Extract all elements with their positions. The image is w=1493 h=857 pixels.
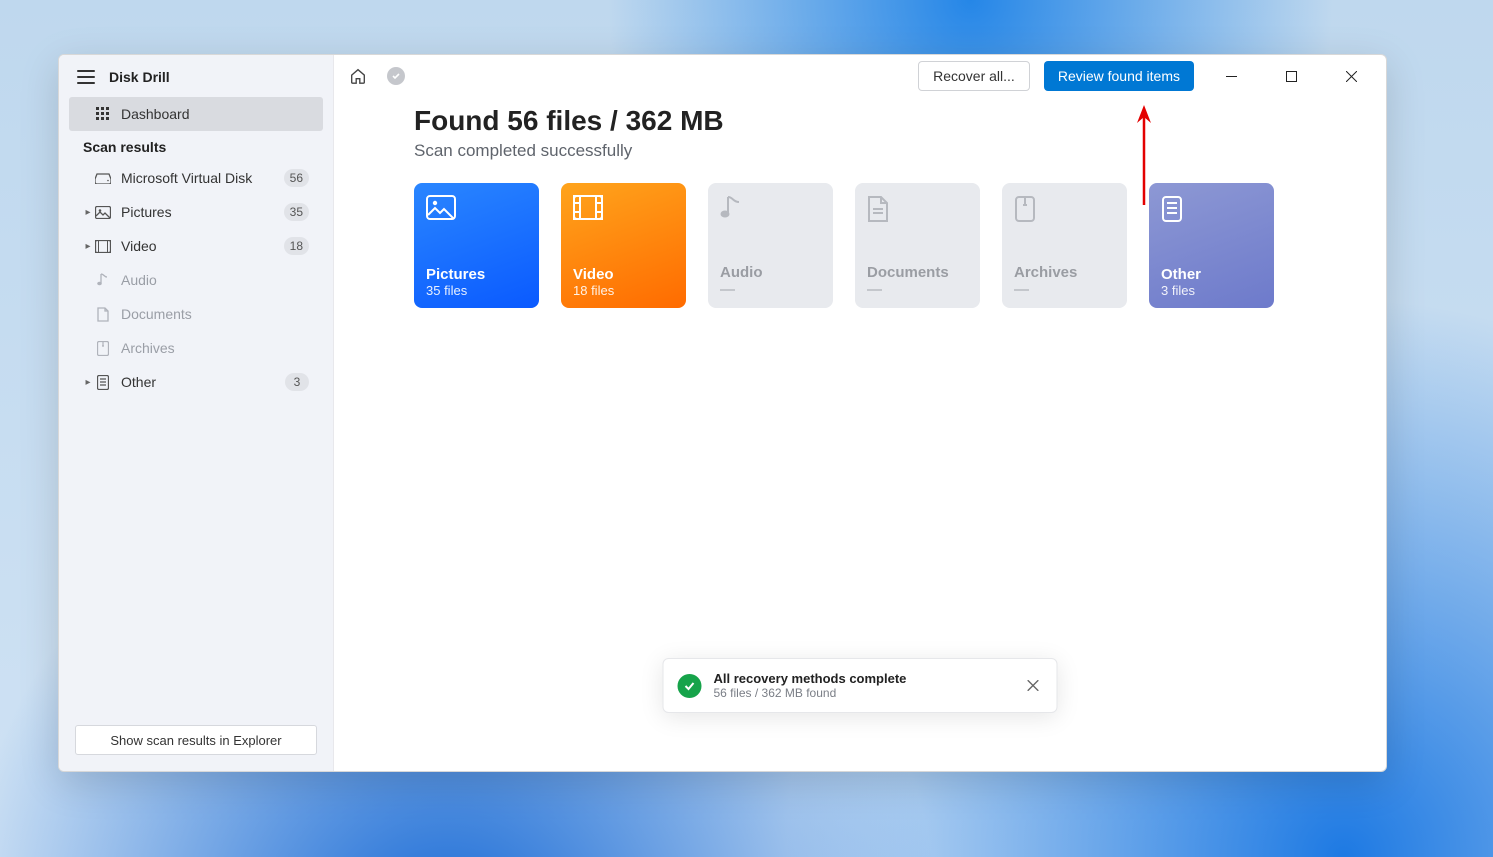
card-other[interactable]: Other 3 files: [1149, 183, 1274, 308]
sidebar-item-other[interactable]: ▸ Other 3: [69, 365, 323, 399]
sidebar-item-badge: 18: [284, 237, 309, 255]
card-video[interactable]: Video 18 files: [561, 183, 686, 308]
sidebar-item-documents[interactable]: Documents: [69, 297, 323, 331]
card-subtitle: —: [720, 281, 821, 298]
card-subtitle: 3 files: [1161, 283, 1262, 298]
toast-close-button[interactable]: [1023, 676, 1043, 696]
audio-icon: [93, 273, 113, 287]
review-found-items-button[interactable]: Review found items: [1044, 61, 1194, 91]
picture-icon: [93, 206, 113, 219]
app-title: Disk Drill: [109, 69, 170, 85]
other-icon: [93, 375, 113, 390]
card-title: Video: [573, 266, 674, 283]
show-in-explorer-button[interactable]: Show scan results in Explorer: [75, 725, 317, 755]
sidebar-section-label: Scan results: [59, 131, 333, 161]
video-icon: [573, 195, 601, 223]
document-icon: [867, 195, 895, 223]
card-title: Audio: [720, 264, 821, 281]
sidebar-item-dashboard[interactable]: Dashboard: [69, 97, 323, 131]
sidebar-item-label: Video: [121, 238, 284, 254]
status-check-icon: [384, 64, 408, 88]
card-subtitle: —: [867, 281, 968, 298]
archive-icon: [1014, 195, 1042, 223]
close-button[interactable]: [1328, 56, 1374, 96]
topbar: Recover all... Review found items: [334, 55, 1386, 97]
minimize-button[interactable]: [1208, 56, 1254, 96]
sidebar-item-label: Audio: [121, 272, 309, 288]
sidebar-item-label: Pictures: [121, 204, 284, 220]
maximize-button[interactable]: [1268, 56, 1314, 96]
check-icon: [678, 674, 702, 698]
sidebar-item-label: Other: [121, 374, 285, 390]
card-title: Pictures: [426, 266, 527, 283]
card-subtitle: 18 files: [573, 283, 674, 298]
sidebar-item-audio[interactable]: Audio: [69, 263, 323, 297]
chevron-right-icon: ▸: [83, 377, 93, 388]
audio-icon: [720, 195, 748, 223]
toast-title: All recovery methods complete: [714, 671, 1011, 686]
card-audio: Audio —: [708, 183, 833, 308]
chevron-right-icon: ▸: [83, 207, 93, 218]
dashboard-icon: [93, 107, 113, 121]
menu-icon[interactable]: [77, 70, 95, 84]
card-archives: Archives —: [1002, 183, 1127, 308]
app-window: Disk Drill Dashboard Scan results Micros…: [58, 54, 1387, 772]
sidebar-item-label: Documents: [121, 306, 309, 322]
main-panel: Recover all... Review found items Found …: [334, 55, 1386, 771]
video-icon: [93, 240, 113, 253]
sidebar-item-video[interactable]: ▸ Video 18: [69, 229, 323, 263]
sidebar-item-disk[interactable]: Microsoft Virtual Disk 56: [69, 161, 323, 195]
card-title: Other: [1161, 266, 1262, 283]
sidebar-item-pictures[interactable]: ▸ Pictures 35: [69, 195, 323, 229]
toast-notification: All recovery methods complete 56 files /…: [663, 658, 1058, 713]
document-icon: [93, 307, 113, 322]
other-icon: [1161, 195, 1189, 223]
card-subtitle: —: [1014, 281, 1115, 298]
home-icon[interactable]: [346, 64, 370, 88]
sidebar-item-label: Archives: [121, 340, 309, 356]
sidebar-item-label: Microsoft Virtual Disk: [121, 170, 284, 186]
sidebar: Disk Drill Dashboard Scan results Micros…: [59, 55, 334, 771]
recover-all-button[interactable]: Recover all...: [918, 61, 1030, 91]
card-title: Archives: [1014, 264, 1115, 281]
card-title: Documents: [867, 264, 968, 281]
picture-icon: [426, 195, 454, 223]
sidebar-item-badge: 56: [284, 169, 309, 187]
card-subtitle: 35 files: [426, 283, 527, 298]
results-headline: Found 56 files / 362 MB: [414, 105, 1386, 137]
disk-icon: [93, 172, 113, 184]
card-documents: Documents —: [855, 183, 980, 308]
content-area: Found 56 files / 362 MB Scan completed s…: [334, 97, 1386, 308]
sidebar-item-badge: 35: [284, 203, 309, 221]
results-subhead: Scan completed successfully: [414, 141, 1386, 161]
archive-icon: [93, 341, 113, 356]
chevron-right-icon: ▸: [83, 241, 93, 252]
sidebar-item-label: Dashboard: [121, 106, 309, 122]
card-pictures[interactable]: Pictures 35 files: [414, 183, 539, 308]
category-cards: Pictures 35 files Video 18 files: [414, 183, 1386, 308]
sidebar-item-archives[interactable]: Archives: [69, 331, 323, 365]
sidebar-item-badge: 3: [285, 373, 309, 391]
toast-subtitle: 56 files / 362 MB found: [714, 686, 1011, 700]
